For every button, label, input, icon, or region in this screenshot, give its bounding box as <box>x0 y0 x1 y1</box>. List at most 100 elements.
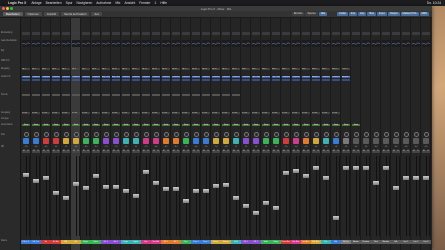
output-slot[interactable]: St Out <box>232 112 240 115</box>
pan-knob[interactable] <box>33 132 39 137</box>
setting-button[interactable] <box>342 32 350 35</box>
input-slot[interactable]: Bus 5 <box>282 68 290 71</box>
filter-toggle[interactable]: Bus <box>367 12 376 16</box>
eq-thumbnail[interactable] <box>222 40 230 47</box>
eq-thumbnail[interactable] <box>52 40 60 47</box>
pan-knob[interactable] <box>123 132 129 137</box>
solo-button[interactable]: S <box>376 150 380 153</box>
solo-button[interactable]: S <box>126 150 130 153</box>
send-slot[interactable] <box>222 94 230 97</box>
eq-thumbnail[interactable] <box>152 40 160 47</box>
pan-knob[interactable] <box>23 132 29 137</box>
pan-knob[interactable] <box>323 132 329 137</box>
input-slot[interactable]: Inp 3 <box>42 68 50 71</box>
eq-thumbnail[interactable] <box>142 40 150 47</box>
automation-mode-button[interactable]: Read <box>282 124 290 127</box>
channel-strip[interactable]: -6,0 M S Click <box>371 18 381 250</box>
audio-fx-slot[interactable] <box>32 79 40 82</box>
eq-thumbnail[interactable] <box>72 40 80 47</box>
input-slot[interactable]: Inp 4 <box>52 68 60 71</box>
audio-fx-slot[interactable] <box>322 79 330 82</box>
solo-button[interactable]: S <box>396 150 400 153</box>
output-slot[interactable]: St Out <box>322 112 330 115</box>
channel-strip[interactable]: Inp 21Channel EQSt OutRead-6,8MSStrings <box>221 18 231 250</box>
pan-knob[interactable] <box>143 132 149 137</box>
audio-fx-slot[interactable] <box>142 79 150 82</box>
pan-knob[interactable] <box>83 132 89 137</box>
channel-strip[interactable]: Bus 5CompressorSt OutRead-2,0MSDrum Bus <box>281 18 291 250</box>
input-slot[interactable]: Inp 12 <box>132 68 140 71</box>
automation-mode-button[interactable]: Read <box>342 124 350 127</box>
channel-strip[interactable]: Inp 15Channel EQSt OutRead-8,2MSBV 1 <box>161 18 171 250</box>
solo-button[interactable]: S <box>96 150 100 153</box>
mute-button[interactable]: M <box>322 150 326 153</box>
send-slot[interactable] <box>32 94 40 97</box>
solo-button[interactable]: S <box>306 150 310 153</box>
automation-mode-button[interactable]: Read <box>212 124 220 127</box>
output-slot[interactable]: St Out <box>172 112 180 115</box>
channel-strip[interactable]: Bus 6CompressorSt OutRead-1,0MSVox Bus <box>291 18 301 250</box>
channel-strip[interactable]: -4,0 M S Cue 3 <box>421 18 431 250</box>
channel-strip[interactable]: Inp 11Channel EQSt OutRead-9,1MSKeys <box>121 18 131 250</box>
aux-button[interactable]: Aux <box>91 12 103 16</box>
clock-text[interactable]: Do. 10:24 <box>427 1 441 5</box>
automation-mode-button[interactable]: Read <box>352 124 360 127</box>
pan-knob[interactable] <box>93 132 99 137</box>
mute-button[interactable]: M <box>202 150 206 153</box>
channel-strip[interactable]: Inp 10Amp DesignerSt OutRead-7,4MSGtr 2 <box>111 18 121 250</box>
channel-strip[interactable]: Inp 4Channel EQSt OutRead-10MSSn Bot <box>51 18 61 250</box>
mute-button[interactable]: M <box>42 150 46 153</box>
solo-button[interactable]: S <box>386 150 390 153</box>
mute-button[interactable]: M <box>232 150 236 153</box>
mute-button[interactable]: M <box>302 150 306 153</box>
output-slot[interactable]: St Out <box>142 112 150 115</box>
output-slot[interactable]: St Out <box>222 112 230 115</box>
solo-button[interactable]: S <box>46 150 50 153</box>
channel-name[interactable]: Strings <box>221 240 231 244</box>
menu-item[interactable]: Ablage <box>31 1 41 5</box>
channel-strip[interactable]: Inp 5Channel EQSt OutRead-12MSHH <box>61 18 71 250</box>
menu-item[interactable]: Hilfe <box>160 1 167 5</box>
mute-button[interactable]: M <box>22 150 26 153</box>
solo-button[interactable]: S <box>36 150 40 153</box>
eq-thumbnail[interactable] <box>242 40 250 47</box>
pan-knob[interactable] <box>53 132 59 137</box>
mute-button[interactable]: M <box>382 150 386 153</box>
mute-button[interactable]: M <box>162 150 166 153</box>
input-slot[interactable]: Inp 13 <box>142 68 150 71</box>
output-slot[interactable]: St Out <box>242 112 250 115</box>
input-slot[interactable]: Inp 9 <box>102 68 110 71</box>
pan-knob[interactable] <box>363 132 369 137</box>
input-slot[interactable]: Inp 20 <box>212 68 220 71</box>
pan-knob[interactable] <box>223 132 229 137</box>
pan-knob[interactable] <box>383 132 389 137</box>
automation-mode-button[interactable]: Read <box>222 124 230 127</box>
automation-mode-button[interactable]: Read <box>322 124 330 127</box>
view-mode-button[interactable]: Alle <box>318 12 328 16</box>
mute-button[interactable]: M <box>402 150 406 153</box>
eq-thumbnail[interactable] <box>342 40 350 47</box>
input-slot[interactable]: Bus 8 <box>312 68 320 71</box>
pan-knob[interactable] <box>103 132 109 137</box>
channel-name[interactable]: Talk <box>391 240 401 244</box>
automation-mode-button[interactable]: Read <box>172 124 180 127</box>
channel-strip[interactable]: Bus 7Channel EQSt OutRead-3,0MSInst Bus <box>301 18 311 250</box>
input-slot[interactable]: Inp 16 <box>172 68 180 71</box>
setting-button[interactable] <box>292 32 300 35</box>
mute-button[interactable]: M <box>282 150 286 153</box>
eq-thumbnail[interactable] <box>42 40 50 47</box>
options-menu-button[interactable]: Optionen <box>24 12 42 16</box>
channel-name[interactable]: Vox Dbl <box>151 240 161 244</box>
setting-button[interactable] <box>42 32 50 35</box>
pan-knob[interactable] <box>343 132 349 137</box>
input-slot[interactable]: Bus 6 <box>292 68 300 71</box>
solo-button[interactable]: S <box>196 150 200 153</box>
pan-knob[interactable] <box>63 132 69 137</box>
output-slot[interactable]: St Out <box>302 112 310 115</box>
pan-knob[interactable] <box>153 132 159 137</box>
channel-strip[interactable]: -4,0 M S Cue 2 <box>411 18 421 250</box>
pan-knob[interactable] <box>233 132 239 137</box>
automation-mode-button[interactable]: Read <box>312 124 320 127</box>
send-slot[interactable] <box>112 94 120 97</box>
setting-button[interactable] <box>352 32 360 35</box>
